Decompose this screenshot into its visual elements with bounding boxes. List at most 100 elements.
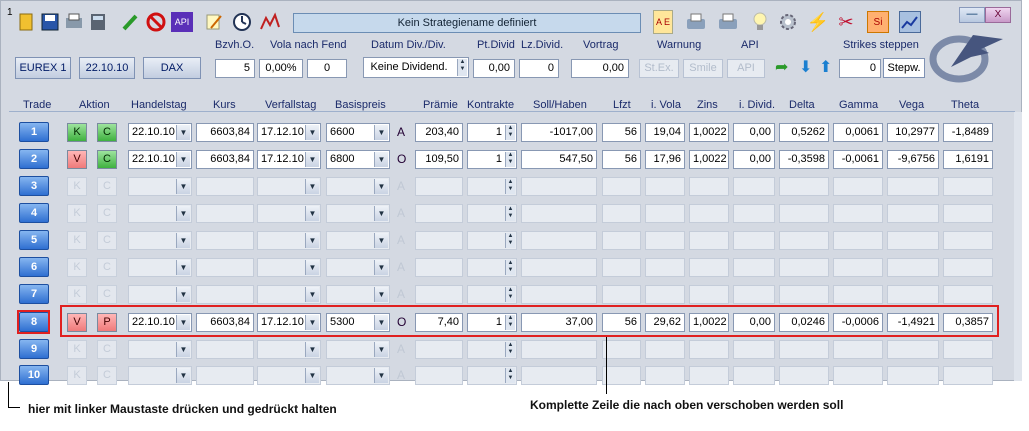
i-divid-field[interactable] xyxy=(733,231,775,250)
verfallstag-select[interactable]: 17.12.10 ▼ xyxy=(257,150,321,169)
kurs-field[interactable] xyxy=(196,366,254,385)
kurs-field[interactable] xyxy=(196,285,254,304)
chevron-down-icon[interactable]: ▼ xyxy=(305,368,319,383)
zins-field[interactable]: 1,0022 xyxy=(689,150,729,169)
soll-haben-field[interactable] xyxy=(521,258,597,277)
handelstag-select[interactable]: ▼ xyxy=(128,177,192,196)
kontrakte-field[interactable]: ▲ ▼ xyxy=(467,204,517,223)
handelstag-select[interactable]: 22.10.10 ▼ xyxy=(128,123,192,142)
kontrakte-field[interactable]: ▲ ▼ xyxy=(467,340,517,359)
kontrakte-field[interactable]: ▲ ▼ xyxy=(467,231,517,250)
action-call-put[interactable]: C xyxy=(97,123,117,142)
handelstag-select[interactable]: ▼ xyxy=(128,204,192,223)
kurs-field[interactable] xyxy=(196,258,254,277)
chevron-down-icon[interactable]: ▼ xyxy=(176,260,190,275)
print-icon[interactable] xyxy=(63,11,85,33)
arrow-down-icon[interactable]: ⬇ xyxy=(799,57,812,77)
chevron-down-icon[interactable]: ▼ xyxy=(176,287,190,302)
folder-open-icon[interactable] xyxy=(15,11,37,33)
soll-haben-field[interactable]: 547,50 xyxy=(521,150,597,169)
i-divid-field[interactable] xyxy=(733,366,775,385)
action-call-put[interactable]: C xyxy=(97,204,117,223)
trade-button[interactable]: 6 xyxy=(19,257,49,277)
praemie-field[interactable]: 109,50 xyxy=(415,150,463,169)
trade-button[interactable]: 2 xyxy=(19,149,49,169)
praemie-field[interactable] xyxy=(415,231,463,250)
trade-button[interactable]: 1 xyxy=(19,122,49,142)
basispreis-select[interactable]: 6800 ▼ xyxy=(326,150,390,169)
basispreis-select[interactable]: ▼ xyxy=(326,285,390,304)
save-icon[interactable] xyxy=(39,11,61,33)
i-divid-field[interactable] xyxy=(733,285,775,304)
kontrakte-field[interactable]: 1 ▲ ▼ xyxy=(467,123,517,142)
chevron-down-icon[interactable]: ▼ xyxy=(374,179,388,194)
spinner-icon[interactable]: ▲ ▼ xyxy=(505,206,515,221)
praemie-field[interactable] xyxy=(415,258,463,277)
zins-field[interactable] xyxy=(689,258,729,277)
dividend-spin-icon[interactable]: ▲ ▼ xyxy=(457,59,467,76)
spinner-icon[interactable]: ▲ ▼ xyxy=(505,233,515,248)
printer2-icon[interactable] xyxy=(717,11,739,33)
trade-button[interactable]: 10 xyxy=(19,365,49,385)
lfzt-field[interactable]: 56 xyxy=(602,150,641,169)
i-vola-field[interactable] xyxy=(645,231,685,250)
chevron-down-icon[interactable]: ▼ xyxy=(305,206,319,221)
exchange-button[interactable]: EUREX 1 xyxy=(15,57,71,79)
soll-haben-field[interactable] xyxy=(521,177,597,196)
bulb-icon[interactable] xyxy=(749,11,771,33)
action-buy-sell[interactable]: K xyxy=(67,340,87,359)
praemie-field[interactable]: 203,40 xyxy=(415,123,463,142)
soll-haben-field[interactable] xyxy=(521,366,597,385)
i-divid-field[interactable]: 0,00 xyxy=(733,150,775,169)
vola-value-input[interactable]: 0 xyxy=(307,59,347,78)
kontrakte-field[interactable]: ▲ ▼ xyxy=(467,258,517,277)
trade-button[interactable]: 4 xyxy=(19,203,49,223)
soll-haben-field[interactable]: -1017,00 xyxy=(521,123,597,142)
bzvh-input[interactable]: 5 xyxy=(215,59,255,78)
spinner-icon[interactable]: ▲ ▼ xyxy=(505,368,515,383)
basispreis-select[interactable]: ▼ xyxy=(326,258,390,277)
trade-button[interactable]: 7 xyxy=(19,284,49,304)
date-button[interactable]: 22.10.10 xyxy=(79,57,135,79)
praemie-field[interactable] xyxy=(415,204,463,223)
chart-icon[interactable] xyxy=(899,11,921,33)
zins-field[interactable] xyxy=(689,285,729,304)
api-icon[interactable]: API xyxy=(171,12,193,32)
action-call-put[interactable]: C xyxy=(97,258,117,277)
praemie-field[interactable] xyxy=(415,177,463,196)
lfzt-field[interactable] xyxy=(602,366,641,385)
action-call-put[interactable]: C xyxy=(97,285,117,304)
zins-field[interactable] xyxy=(689,177,729,196)
gear-icon[interactable] xyxy=(777,11,799,33)
warn-smile-button[interactable]: Smile xyxy=(683,59,723,78)
clock-icon[interactable] xyxy=(231,11,253,33)
i-vola-field[interactable] xyxy=(645,258,685,277)
action-call-put[interactable]: C xyxy=(97,231,117,250)
praemie-field[interactable] xyxy=(415,366,463,385)
chevron-down-icon[interactable]: ▼ xyxy=(176,179,190,194)
lightning-icon[interactable]: ⚡ xyxy=(807,11,829,33)
handelstag-select[interactable]: 22.10.10 ▼ xyxy=(128,150,192,169)
handelstag-select[interactable]: ▼ xyxy=(128,340,192,359)
zins-field[interactable] xyxy=(689,204,729,223)
chevron-down-icon[interactable]: ▼ xyxy=(374,152,388,167)
basispreis-select[interactable]: 6600 ▼ xyxy=(326,123,390,142)
soll-haben-field[interactable] xyxy=(521,204,597,223)
basispreis-select[interactable]: ▼ xyxy=(326,340,390,359)
lz-divid-input[interactable]: 0 xyxy=(519,59,559,78)
soll-haben-field[interactable] xyxy=(521,340,597,359)
lfzt-field[interactable] xyxy=(602,285,641,304)
action-call-put[interactable]: C xyxy=(97,340,117,359)
action-call-put[interactable]: C xyxy=(97,366,117,385)
lfzt-field[interactable]: 56 xyxy=(602,123,641,142)
verfallstag-select[interactable]: 17.12.10 ▼ xyxy=(257,123,321,142)
action-buy-sell[interactable]: V xyxy=(67,150,87,169)
kontrakte-field[interactable]: ▲ ▼ xyxy=(467,366,517,385)
note-edit-icon[interactable] xyxy=(203,11,225,33)
chevron-down-icon[interactable]: ▼ xyxy=(176,125,190,140)
lfzt-field[interactable] xyxy=(602,340,641,359)
pencil-icon[interactable] xyxy=(119,11,141,33)
chevron-down-icon[interactable]: ▼ xyxy=(305,287,319,302)
zins-field[interactable] xyxy=(689,366,729,385)
praemie-field[interactable] xyxy=(415,340,463,359)
